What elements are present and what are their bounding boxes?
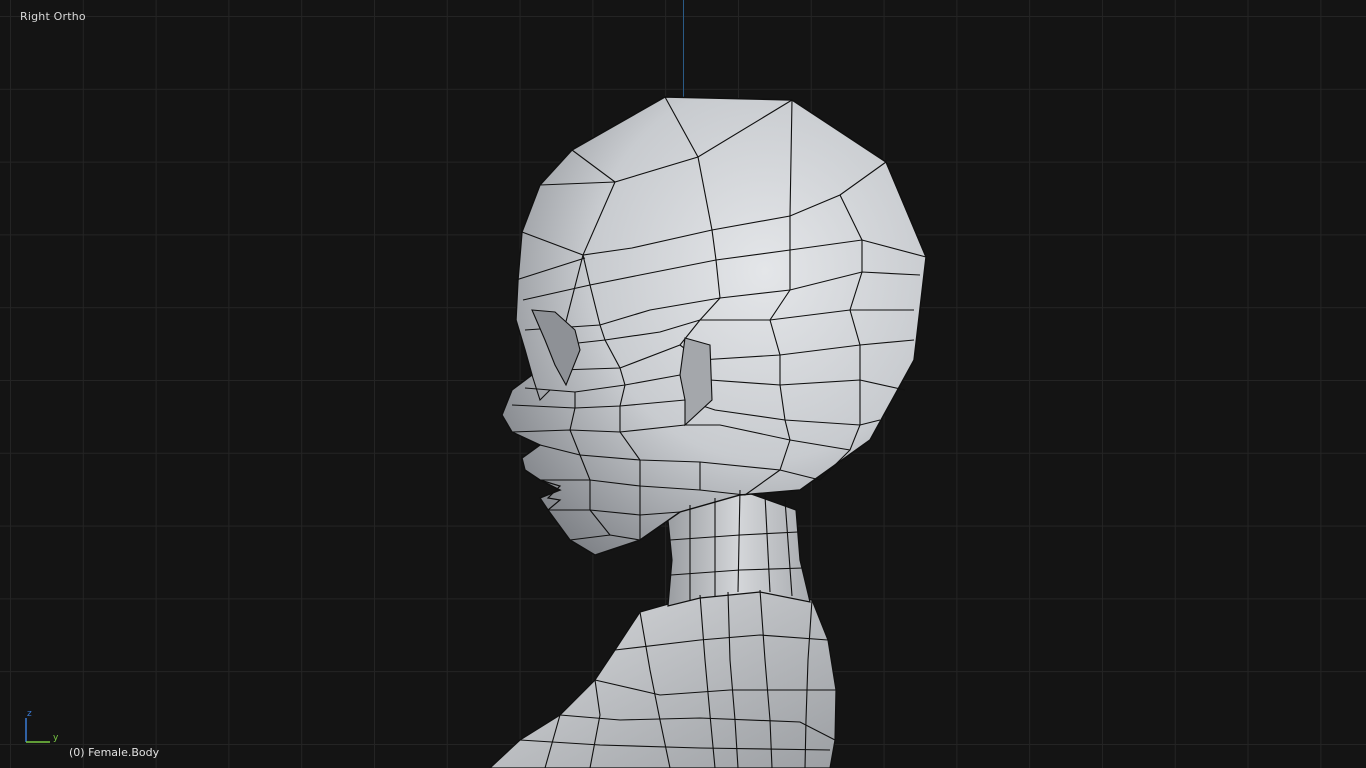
axis-gizmo: z y [25, 709, 59, 743]
active-object-label: (0) Female.Body [69, 746, 160, 759]
z-axis-label: z [27, 709, 32, 719]
mesh-model[interactable] [0, 0, 1366, 768]
y-axis-label: y [53, 733, 59, 743]
3d-viewport[interactable]: Right Ortho z y (0) Female.Body [0, 0, 1366, 768]
view-name-label: Right Ortho [20, 10, 86, 23]
